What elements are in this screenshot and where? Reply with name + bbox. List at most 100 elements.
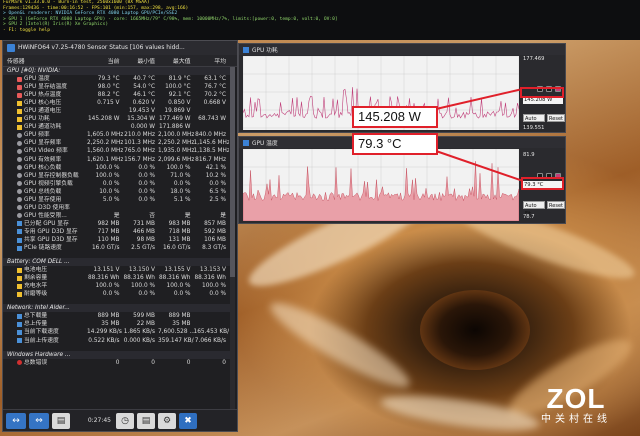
sensor-max-cell: 是: [184, 212, 191, 219]
sensor-row[interactable]: GPU 温度 79.3 °C 40.7 °C 81.9 °C 63.1 °C: [3, 75, 231, 83]
sensor-row[interactable]: 充电水平 100.0 % 100.0 % 100.0 % 100.0 %: [3, 282, 231, 290]
report-add-icon[interactable]: ▤: [137, 412, 155, 429]
sensor-min-cell: 466 MB: [133, 228, 155, 235]
sensor-name-cell: 电池电压: [3, 266, 87, 274]
clock-icon: [17, 132, 22, 138]
sensor-name-cell: Battery: COM DELL ...: [3, 258, 87, 266]
sensor-row[interactable]: 当前上传速度 0.522 KB/s 0.000 KB/s 359.147 KB/s 7.…: [3, 337, 231, 345]
column-header-avg[interactable]: 平均: [194, 56, 230, 65]
settings-gear-icon[interactable]: ⚙: [158, 412, 176, 429]
sensor-min-cell: 0.620 V: [132, 100, 155, 107]
sensor-min-cell: 599 MB: [133, 313, 155, 320]
sensor-name: GPU 通道功耗: [24, 124, 62, 131]
sensor-row[interactable]: GPU 通道功耗 0.000 W 171.886 W: [3, 123, 231, 131]
sensor-cur-cell: 79.3 °C: [97, 76, 120, 83]
sensor-group-header[interactable]: Windows Hardware ...: [3, 350, 231, 359]
sensor-min-cell: 0.0 %: [138, 291, 155, 298]
reset-button[interactable]: Reset: [547, 201, 565, 209]
column-header-max[interactable]: 最大值: [158, 56, 194, 65]
sensor-name: 总下载量: [24, 313, 48, 320]
auto-fit-button[interactable]: Auto Fit: [523, 201, 546, 217]
sensor-group-header[interactable]: GPU [#0]: NVIDIA:: [3, 67, 231, 76]
sensor-name-cell: GPU Video 频率: [3, 147, 87, 155]
chip-icon: [17, 245, 22, 251]
sensor-row[interactable]: 电池电压 13.151 V 13.150 V 13.155 V 13.153 V: [3, 266, 231, 274]
sensor-min-cell: 19.453 V: [128, 108, 155, 115]
clock-icon[interactable]: ◷: [116, 412, 134, 429]
sensor-row[interactable]: GPU 核心电压 0.715 V 0.620 V 0.850 V 0.668 V: [3, 99, 231, 107]
sensor-row[interactable]: GPU 性能受限... 是 否 是 是: [3, 212, 231, 220]
circle-icon: [17, 181, 22, 187]
nav-arrows-button[interactable]: ↔: [6, 412, 26, 429]
network-icon: [17, 329, 22, 335]
sensor-max-cell: 2,099.6 MHz: [158, 156, 194, 163]
sensor-row[interactable]: 当前下载速度 14.299 KB/s 1.865 KB/s 7,600.528 ...…: [3, 328, 231, 336]
sensor-row[interactable]: 剩余容量 88.316 Wh 88.316 Wh 88.316 Wh 88.316 Wh: [3, 274, 231, 282]
hwinfo-app-icon: [7, 44, 15, 52]
sensor-avg-cell: 165.453 KB/s: [193, 329, 230, 336]
sensor-row[interactable]: 总数错误 0 0 0 0: [3, 359, 231, 367]
sensor-avg-cell: 76.7 °C: [204, 84, 226, 91]
sensor-row[interactable]: GPU 有效频率 1,620.1 MHz 156.7 MHz 2,099.6 MHz 8…: [3, 156, 231, 164]
sensor-row[interactable]: 总上传量 35 MB 22 MB 35 MB: [3, 320, 231, 328]
hwinfo-toolbar: ↔ ⇔ ▤ 0:27:45 ◷ ▤ ⚙ ✖: [3, 409, 237, 431]
sensor-name-cell: GPU 核心电压: [3, 99, 87, 107]
sensor-max-cell: 81.9 °C: [168, 76, 191, 83]
sensor-row[interactable]: 总下载量 889 MB 599 MB 889 MB: [3, 312, 231, 320]
close-icon[interactable]: ✖: [179, 412, 197, 429]
sensor-row[interactable]: 共享 GPU D3D 显存 110 MB 98 MB 131 MB 106 MB: [3, 236, 231, 244]
column-header-min[interactable]: 最小值: [123, 56, 159, 65]
sensor-max-cell: 718 MB: [168, 228, 191, 235]
sensor-row[interactable]: GPU 频率 1,605.0 MHz 210.0 MHz 2,100.0 MHz 840…: [3, 131, 231, 139]
sensor-name-cell: GPU 显存控制器负载: [3, 172, 87, 180]
sensor-row[interactable]: GPU 显存结温度 98.0 °C 54.0 °C 100.0 °C 76.7 °C: [3, 83, 231, 91]
sensor-cur-cell: 1,560.0 MHz: [87, 148, 123, 155]
scrollbar-thumb[interactable]: [230, 67, 235, 277]
sensor-group-header[interactable]: Network: Intel Alder...: [3, 304, 231, 313]
sensor-row[interactable]: GPU 显存控制器负载 100.0 % 0.0 % 71.0 % 10.2 %: [3, 172, 231, 180]
sensor-row[interactable]: GPU Video 频率 1,560.0 MHz 765.0 MHz 1,935.0 …: [3, 147, 231, 155]
sensor-min-cell: 0.0 %: [138, 164, 155, 171]
reset-button[interactable]: Reset: [547, 114, 565, 122]
sensor-name: 已分配 GPU 显存: [24, 220, 69, 227]
sensor-row[interactable]: GPU 功耗 145.208 W 15.304 W 177.469 W 68.743 W: [3, 115, 231, 123]
furmark-help-line: - F1: toggle help: [3, 27, 51, 33]
sensor-max-cell: 100.0 %: [166, 164, 191, 171]
sensor-table-scrollbar[interactable]: [230, 67, 235, 411]
sensor-row[interactable]: GPU 热点温度 88.2 °C 46.1 °C 92.1 °C 70.2 °C: [3, 91, 231, 99]
network-computers-icon[interactable]: ▤: [52, 412, 70, 429]
sensor-name: GPU [#0]: NVIDIA:: [7, 68, 61, 75]
wallpaper-streak: [263, 292, 417, 398]
sensor-cur-cell: 35 MB: [101, 321, 120, 328]
sensor-avg-cell: 88.316 Wh: [194, 275, 226, 282]
sensor-group-header[interactable]: Battery: COM DELL ...: [3, 258, 231, 267]
temp-callout: 79.3 °C: [352, 133, 438, 155]
sensor-name: GPU 热点温度: [24, 92, 62, 99]
nav-arrows-right-button[interactable]: ⇔: [29, 412, 49, 429]
sensor-max-cell: 0.0 %: [173, 291, 191, 298]
hwinfo-titlebar[interactable]: HWiNFO64 v7.25-4780 Sensor Status [106 v…: [3, 41, 237, 55]
sensor-name: 当前上传速度: [24, 337, 59, 344]
sensor-row[interactable]: 耐磨等级 0.0 % 0.0 % 0.0 % 0.0 %: [3, 290, 231, 298]
column-header-current[interactable]: 当前: [87, 56, 123, 65]
sensor-avg-cell: 63.1 °C: [204, 76, 226, 83]
sensor-row[interactable]: GPU D3D 使用率: [3, 204, 231, 212]
sensor-max-cell: 1,935.0 MHz: [158, 148, 194, 155]
sensor-row[interactable]: GPU 视频引擎负载 0.0 % 0.0 % 0.0 % 0.0 %: [3, 180, 231, 188]
power-graph-titlebar[interactable]: GPU 功耗: [239, 44, 565, 55]
graph-min-label: 78.7: [523, 214, 535, 220]
sensor-row[interactable]: GPU 通道电压 19.453 V 19.869 V: [3, 107, 231, 115]
sensor-min-cell: 0.000 W: [130, 124, 155, 131]
auto-fit-button[interactable]: Auto Fit: [523, 114, 546, 130]
sensor-min-cell: 0.0 %: [138, 196, 155, 203]
sensor-row[interactable]: PCIe 链路速度 16.0 GT/s 2.5 GT/s 16.0 GT/s 8.3 G…: [3, 244, 231, 252]
column-header-sensor[interactable]: 传感器: [3, 56, 87, 65]
sensor-row[interactable]: 已分配 GPU 显存 982 MB 731 MB 983 MB 857 MB: [3, 220, 231, 228]
sensor-row[interactable]: 专用 GPU D3D 显存 717 MB 466 MB 718 MB 592 MB: [3, 228, 231, 236]
sensor-row[interactable]: GPU 核心负载 100.0 % 0.0 % 100.0 % 42.1 %: [3, 164, 231, 172]
sensor-row[interactable]: GPU 显存频率 2,250.2 MHz 101.3 MHz 2,250.2 MHz 1…: [3, 139, 231, 147]
sensor-row[interactable]: GPU 显存使用 5.0 % 0.0 % 5.1 % 2.5 %: [3, 196, 231, 204]
sensor-name: 电池电压: [24, 267, 48, 274]
sensor-row[interactable]: GPU 总线负载 10.0 % 0.0 % 18.0 % 6.5 %: [3, 188, 231, 196]
sensor-name-cell: 总数错误: [3, 359, 87, 367]
